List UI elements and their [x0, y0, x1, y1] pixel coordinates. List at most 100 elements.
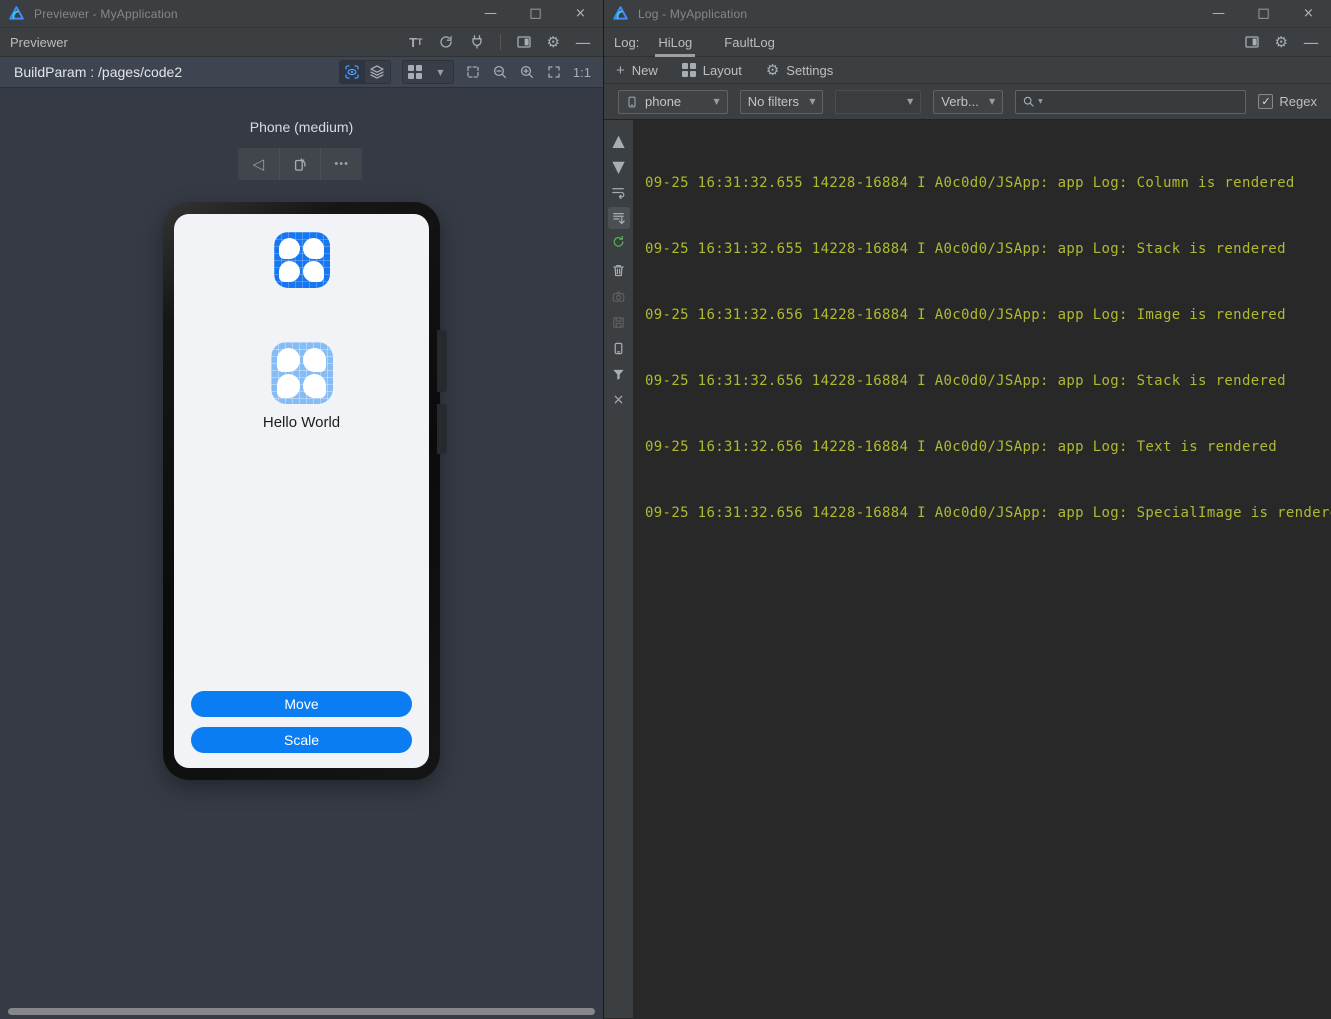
regex-checkbox[interactable]: ✓ — [1258, 94, 1274, 109]
log-window: Log - MyApplication — □ × Log: HiLog Fau… — [603, 0, 1331, 1019]
zoom-in-icon[interactable] — [519, 64, 535, 80]
components-dropdown-button[interactable]: ▼ — [428, 61, 453, 83]
screenshot-button[interactable] — [606, 283, 632, 309]
log-output[interactable]: 09-25 16:31:32.655 14228-16884 I A0c0d0/… — [633, 120, 1331, 1018]
plus-icon: + — [616, 61, 625, 79]
window-title: Previewer - MyApplication — [34, 6, 178, 21]
scroll-up-button[interactable]: ▲ — [606, 127, 632, 153]
panel-layout-icon[interactable] — [516, 34, 532, 50]
refresh-icon[interactable] — [438, 34, 454, 50]
plugin-icon[interactable] — [469, 34, 485, 50]
component-grid-group: ▼ — [401, 60, 454, 84]
gear-icon[interactable]: ⚙ — [1275, 33, 1288, 51]
deveco-logo-icon — [9, 6, 24, 20]
app-icon — [273, 232, 330, 288]
log-line: 09-25 16:31:32.655 14228-16884 I A0c0d0/… — [645, 175, 1295, 191]
search-box[interactable]: ▼ — [1015, 89, 1247, 114]
deveco-logo-icon — [613, 6, 628, 20]
log-line: 09-25 16:31:32.656 14228-16884 I A0c0d0/… — [645, 307, 1286, 323]
back-button[interactable]: ◁ — [238, 148, 279, 180]
zoom-ratio-button[interactable]: 1:1 — [573, 65, 591, 80]
scroll-down-button[interactable]: ▼ — [606, 153, 632, 179]
settings-button[interactable]: ⚙ Settings — [766, 61, 833, 79]
log-side-toolbar: ▲ ▼ × — [604, 120, 633, 1018]
save-log-button[interactable] — [606, 309, 632, 335]
text-size-icon[interactable]: TT — [409, 35, 422, 50]
gear-icon[interactable]: ⚙ — [547, 33, 560, 51]
tab-hilog[interactable]: HiLog — [655, 28, 695, 57]
move-button[interactable]: Move — [191, 691, 412, 717]
layout-button[interactable]: Layout — [681, 63, 742, 78]
soft-wrap-button[interactable] — [606, 179, 632, 205]
previewer-titlebar: Previewer - MyApplication — □ × — [0, 0, 603, 28]
fit-to-screen-icon[interactable] — [546, 64, 562, 80]
horizontal-scrollbar[interactable] — [8, 1008, 595, 1015]
log-line: 09-25 16:31:32.655 14228-16884 I A0c0d0/… — [645, 241, 1286, 257]
filter-select[interactable]: No filters ▼ — [739, 89, 824, 114]
layers-button[interactable] — [365, 61, 390, 83]
preview-nav-bar: ◁ ••• — [238, 148, 362, 180]
device-view-button[interactable] — [606, 335, 632, 361]
layout-grid-icon — [681, 63, 696, 77]
toolbar-separator — [499, 34, 501, 50]
scroll-to-end-button[interactable] — [606, 205, 632, 231]
close-button[interactable]: × — [1286, 0, 1331, 27]
window-title: Log - MyApplication — [638, 6, 748, 21]
minimize-button[interactable]: — — [1196, 0, 1241, 27]
rotate-device-button[interactable] — [278, 148, 321, 180]
log-line: 09-25 16:31:32.656 14228-16884 I A0c0d0/… — [645, 505, 1331, 521]
inspect-mode-button[interactable] — [339, 61, 365, 83]
previewer-window: Previewer - MyApplication — □ × Previewe… — [0, 0, 603, 1019]
clear-log-button[interactable] — [606, 257, 632, 283]
phone-volume-button — [437, 330, 447, 392]
selection-frame-icon[interactable] — [465, 64, 481, 80]
phone-power-button — [437, 404, 447, 454]
log-toolbar: + New Layout ⚙ Settings — [604, 57, 1331, 84]
search-options-caret-icon: ▼ — [1038, 98, 1043, 105]
buildparam-bar: BuildParam : /pages/code2 ▼ 1:1 — [0, 57, 603, 88]
filter-button[interactable] — [606, 361, 632, 387]
new-button[interactable]: + New — [616, 62, 658, 79]
log-line: 09-25 16:31:32.656 14228-16884 I A0c0d0/… — [645, 373, 1286, 389]
hello-world-text: Hello World — [262, 414, 341, 431]
settings-gear-icon: ⚙ — [765, 61, 780, 79]
more-options-button[interactable]: ••• — [320, 148, 362, 180]
grid-icon — [408, 65, 423, 79]
regex-toggle[interactable]: ✓ Regex — [1258, 94, 1317, 109]
phone-screen: Hello World Move Scale — [174, 214, 429, 768]
phone-device-icon — [626, 95, 638, 109]
log-filter-bar: phone ▼ No filters ▼ ▼ Verb... ▼ ▼ ✓ Reg… — [604, 84, 1331, 120]
log-level-select[interactable]: Verb... ▼ — [933, 89, 1004, 114]
scale-button[interactable]: Scale — [191, 727, 412, 753]
previewer-label: Previewer — [10, 34, 68, 50]
panel-layout-icon[interactable] — [1244, 34, 1260, 50]
log-titlebar: Log - MyApplication — □ × — [604, 0, 1331, 28]
log-prefix-label: Log: — [614, 34, 640, 50]
device-select[interactable]: phone ▼ — [618, 89, 728, 114]
device-label: Phone (medium) — [249, 119, 354, 135]
close-panel-button[interactable]: × — [606, 387, 632, 413]
zoom-out-icon[interactable] — [492, 64, 508, 80]
previewer-toolbar: Previewer TT ⚙ — — [0, 28, 603, 57]
components-grid-button[interactable] — [403, 61, 428, 83]
preview-mode-group — [338, 60, 391, 84]
buildparam-text: BuildParam : /pages/code2 — [14, 64, 183, 80]
log-line: 09-25 16:31:32.656 14228-16884 I A0c0d0/… — [645, 439, 1278, 455]
search-icon — [1022, 95, 1036, 109]
close-button[interactable]: × — [558, 0, 603, 27]
extra-select[interactable]: ▼ — [835, 89, 922, 114]
minimize-button[interactable]: — — [468, 0, 513, 27]
hide-panel-icon[interactable]: — — [575, 33, 591, 52]
log-content: ▲ ▼ × 09-25 16:31:32.655 14228-16884 I A… — [604, 120, 1331, 1018]
hide-panel-icon[interactable]: — — [1303, 33, 1319, 52]
search-input[interactable] — [1044, 94, 1240, 109]
tab-faultlog[interactable]: FaultLog — [721, 28, 778, 57]
log-tab-bar: Log: HiLog FaultLog ⚙ — — [604, 28, 1331, 57]
maximize-button[interactable]: □ — [513, 0, 558, 27]
restart-button[interactable] — [606, 231, 632, 257]
preview-canvas: Phone (medium) ◁ ••• Hello World Move Sc… — [0, 88, 603, 1018]
phone-mockup: Hello World Move Scale — [163, 202, 447, 780]
app-icon-light — [270, 342, 333, 404]
maximize-button[interactable]: □ — [1241, 0, 1286, 27]
regex-label: Regex — [1279, 94, 1317, 109]
